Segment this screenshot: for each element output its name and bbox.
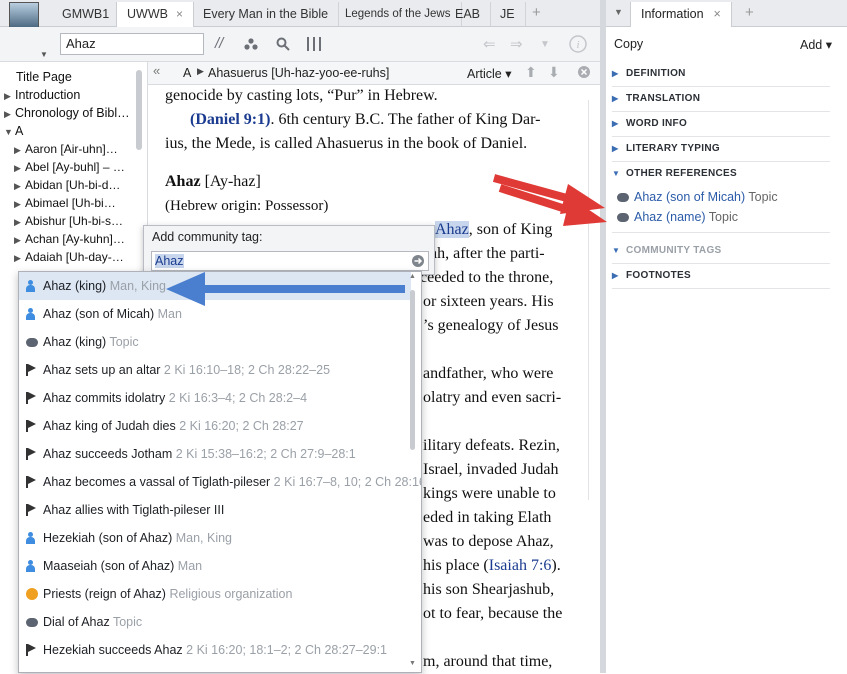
blue-arrow-head (166, 272, 205, 306)
annotation-arrows (166, 174, 607, 306)
